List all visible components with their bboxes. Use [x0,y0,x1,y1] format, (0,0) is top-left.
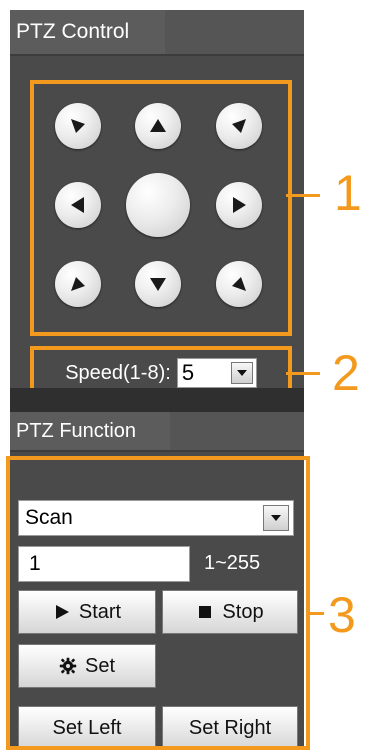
ptz-page: PTZ Control Speed(1-8): 5 PTZ Function S… [0,0,374,756]
tab-strip [170,412,304,452]
tab-ptz-function-label: PTZ Function [16,419,137,442]
function-highlight [6,456,310,750]
callout-number-2: 2 [332,345,360,401]
tab-ptz-control-label: PTZ Control [16,20,130,43]
callout-number-1: 1 [334,165,362,221]
tab-ptz-function[interactable]: PTZ Function [10,412,170,452]
callout-line-3 [310,612,324,615]
tab-ptz-control[interactable]: PTZ Control [10,10,165,56]
tab-strip [165,10,304,56]
panel-divider [10,388,304,412]
callout-line-2 [286,372,320,375]
direction-pad-highlight [30,80,292,336]
callout-number-3: 3 [328,587,356,643]
callout-line-1 [286,194,320,197]
